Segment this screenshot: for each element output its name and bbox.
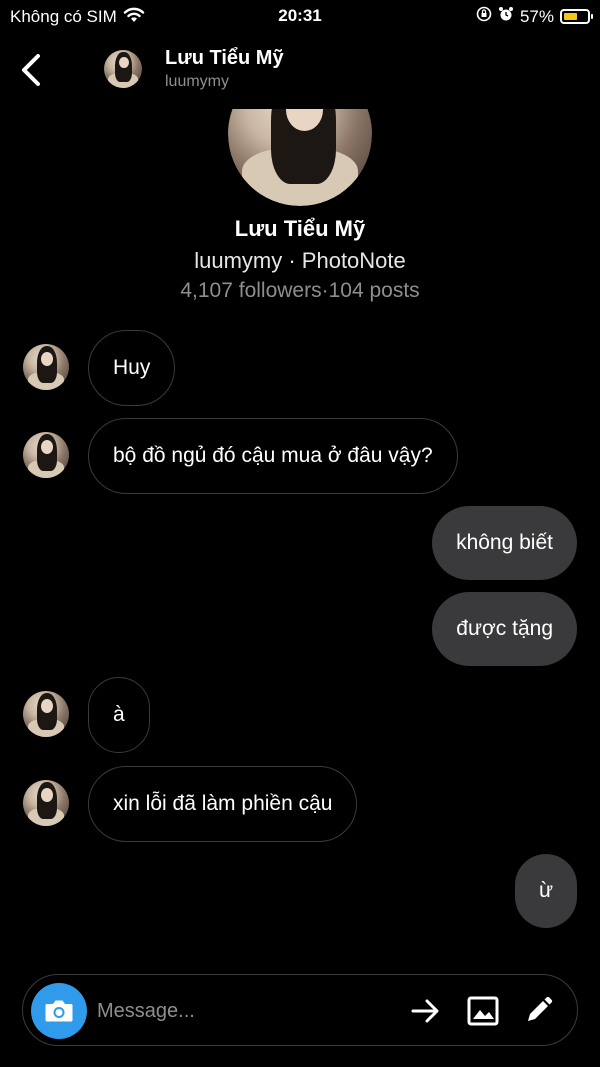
send-button[interactable]: [409, 994, 443, 1028]
chat-header: Lưu Tiểu Mỹ luumymy: [0, 36, 600, 108]
compose-button[interactable]: [521, 994, 555, 1028]
battery-fill: [564, 13, 577, 20]
battery-icon: [560, 9, 593, 24]
gallery-button[interactable]: [466, 994, 500, 1028]
profile-name: Lưu Tiểu Mỹ: [234, 216, 366, 241]
lock-rotation-icon: [476, 6, 492, 27]
message-bubble-outgoing[interactable]: được tặng: [432, 592, 577, 666]
message-bubble-incoming[interactable]: xin lỗi đã làm phiền cậu: [88, 766, 358, 842]
header-handle: luumymy: [165, 73, 230, 90]
profile-stats: 4,107 followers·104 posts: [180, 279, 420, 302]
message-bubble-incoming[interactable]: Huy: [88, 330, 176, 406]
back-button[interactable]: [14, 48, 50, 92]
message-avatar[interactable]: [23, 780, 69, 826]
message-input[interactable]: [97, 993, 397, 1029]
message-avatar[interactable]: [23, 432, 69, 478]
camera-button[interactable]: [31, 983, 87, 1039]
gallery-icon: [467, 996, 499, 1026]
status-bar: Không có SIM 20:31 57%: [0, 0, 600, 34]
message-bubble-outgoing[interactable]: không biết: [432, 506, 577, 580]
message-avatar[interactable]: [23, 691, 69, 737]
message-avatar[interactable]: [23, 344, 69, 390]
message-bubble-incoming[interactable]: bộ đồ ngủ đó cậu mua ở đâu vậy?: [88, 418, 458, 494]
back-chevron-icon: [22, 54, 40, 86]
message-bubble-incoming[interactable]: à: [88, 677, 150, 753]
message-bubble-outgoing[interactable]: ừ: [514, 854, 577, 928]
message-composer: [22, 974, 578, 1046]
header-avatar[interactable]: [104, 50, 142, 88]
camera-icon: [45, 1000, 73, 1022]
status-right: 57%: [476, 6, 593, 27]
header-name[interactable]: Lưu Tiểu Mỹ: [165, 47, 284, 70]
profile-subtitle: luumymy · PhotoNote: [194, 248, 406, 273]
alarm-icon: [498, 6, 514, 27]
battery-percent: 57%: [519, 6, 554, 26]
send-arrow-icon: [411, 999, 439, 1023]
pencil-icon: [528, 996, 553, 1021]
